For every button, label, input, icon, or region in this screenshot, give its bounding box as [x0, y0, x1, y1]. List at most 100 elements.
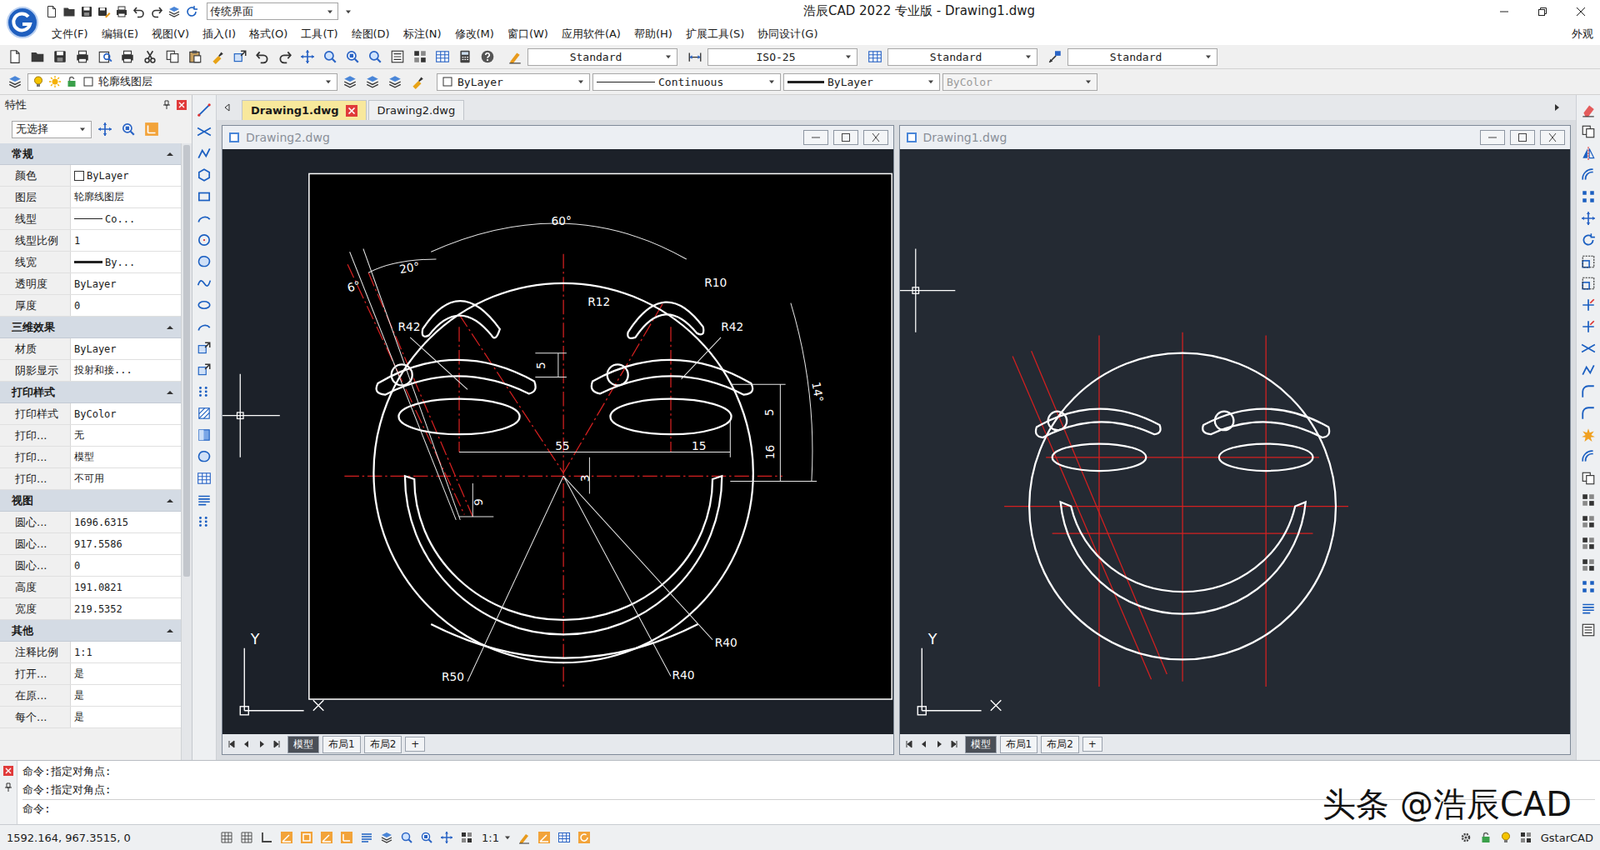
section-header[interactable]: 视图	[0, 490, 181, 512]
style-dropdown[interactable]: Standard	[527, 48, 678, 66]
dimstyle-icon[interactable]	[685, 46, 705, 67]
insert-icon[interactable]	[194, 338, 215, 359]
layers-icon[interactable]	[362, 71, 383, 92]
tablestyle-icon[interactable]	[555, 829, 573, 846]
menu-item[interactable]: 文件(F)	[45, 24, 95, 45]
linetype-dropdown[interactable]: Continuous	[592, 73, 781, 91]
style-dropdown[interactable]: ISO-25	[707, 48, 858, 66]
annotation-scale[interactable]: 1:1	[481, 831, 500, 845]
section-header[interactable]: 常规	[0, 143, 181, 165]
close-icon[interactable]	[863, 130, 889, 145]
layout-tab[interactable]: 布局2	[364, 735, 403, 754]
polygon-icon[interactable]	[194, 165, 215, 185]
property-row[interactable]: 线型Co...	[0, 208, 181, 230]
fillet-icon[interactable]	[1578, 403, 1599, 424]
pan-icon[interactable]	[438, 829, 455, 846]
minimize-icon[interactable]	[803, 130, 829, 145]
property-row[interactable]: 圆心...917.5586	[0, 533, 181, 555]
offset-icon[interactable]	[1578, 165, 1599, 185]
hatch-icon[interactable]	[194, 403, 215, 424]
new-icon[interactable]	[5, 46, 25, 67]
dots-icon[interactable]	[194, 381, 215, 402]
lineweight-dropdown[interactable]: ByLayer	[783, 73, 940, 91]
save-icon[interactable]	[50, 46, 70, 67]
zoom-icon[interactable]	[365, 46, 385, 67]
layout-tab[interactable]: 模型	[965, 735, 997, 754]
paragraph-icon[interactable]	[194, 490, 215, 510]
textstyle-icon[interactable]	[505, 46, 525, 67]
new-icon[interactable]	[45, 5, 59, 19]
preview-icon[interactable]	[95, 46, 115, 67]
layer-manager-icon[interactable]	[5, 71, 25, 92]
zoom-icon[interactable]	[398, 829, 415, 846]
pan-icon[interactable]	[1578, 208, 1599, 229]
layers-icon[interactable]	[340, 71, 360, 92]
collapse-icon[interactable]	[165, 388, 175, 397]
ortho-icon[interactable]	[258, 829, 275, 846]
print-icon[interactable]	[115, 5, 129, 19]
print-icon[interactable]	[117, 46, 138, 67]
scroll-right-icon[interactable]	[1552, 103, 1561, 112]
section-header[interactable]: 三维效果	[0, 316, 181, 339]
drawing-window-titlebar[interactable]: Drawing1.dwg	[900, 125, 1571, 150]
customize-arrow-icon[interactable]	[343, 6, 354, 17]
property-row[interactable]: 每个...是	[0, 706, 181, 729]
region-icon[interactable]	[194, 446, 215, 467]
xline-icon[interactable]	[1578, 338, 1599, 359]
menu-item[interactable]: 应用软件(A)	[555, 24, 628, 45]
polar-icon[interactable]	[278, 829, 295, 846]
drawing-window-titlebar[interactable]: Drawing2.dwg	[222, 125, 894, 150]
property-row[interactable]: 阴影显示投射和接...	[0, 360, 181, 382]
add-layout-tab[interactable]: +	[1082, 736, 1103, 752]
osnap-icon[interactable]	[298, 829, 315, 846]
menu-item[interactable]: 绘图(D)	[345, 24, 397, 45]
layout-tab[interactable]: 模型	[287, 735, 320, 754]
layer-dropdown[interactable]: 轮廓线图层	[27, 73, 338, 91]
ucs-icon[interactable]	[338, 829, 355, 846]
property-row[interactable]: 在原...是	[0, 685, 181, 707]
pin-icon[interactable]	[3, 782, 14, 793]
gear-icon[interactable]	[1457, 829, 1475, 846]
maximize-icon[interactable]	[1510, 130, 1535, 145]
array-icon[interactable]	[1578, 576, 1599, 597]
zoomwin-icon[interactable]	[418, 829, 435, 846]
property-row[interactable]: 高度191.0821	[0, 576, 181, 599]
saveas-icon[interactable]	[97, 5, 111, 19]
property-row[interactable]: 打印...模型	[0, 446, 181, 469]
first-layout-icon[interactable]	[905, 740, 914, 749]
zoomwin-icon[interactable]	[342, 46, 363, 67]
collapse-icon[interactable]	[165, 150, 175, 159]
menu-item[interactable]: 视图(V)	[145, 24, 196, 45]
redo-icon[interactable]	[150, 5, 164, 19]
document-tab[interactable]: Drawing2.dwg	[368, 100, 465, 120]
cut-icon[interactable]	[140, 46, 160, 67]
explode-icon[interactable]	[1578, 425, 1599, 445]
fillet-icon[interactable]	[1578, 381, 1599, 402]
insert-icon[interactable]	[194, 360, 215, 380]
tablestyle-icon[interactable]	[865, 46, 885, 67]
design-icon[interactable]	[1578, 490, 1599, 510]
property-row[interactable]: 线宽By...	[0, 251, 181, 274]
style-dropdown[interactable]: Standard	[887, 48, 1038, 66]
arc-icon[interactable]	[194, 208, 215, 229]
layout-tab[interactable]: 布局1	[322, 735, 361, 754]
close-tab-icon[interactable]	[345, 105, 358, 117]
gradient-icon[interactable]	[194, 425, 215, 445]
refresh-icon[interactable]	[575, 829, 593, 846]
close-icon[interactable]	[1561, 0, 1600, 23]
next-layout-icon[interactable]	[257, 740, 266, 749]
polar-icon[interactable]	[318, 829, 335, 846]
paragraph-icon[interactable]	[358, 829, 375, 846]
menu-item[interactable]: 帮助(H)	[627, 24, 680, 45]
color-dropdown[interactable]: ByLayer	[436, 73, 590, 91]
close-icon[interactable]	[1540, 130, 1565, 145]
erase-icon[interactable]	[1578, 100, 1599, 120]
textstyle-icon[interactable]	[515, 829, 533, 846]
menu-item[interactable]: 扩展工具(S)	[679, 24, 751, 45]
rect-icon[interactable]	[194, 186, 215, 207]
trim-icon[interactable]	[1578, 316, 1599, 337]
collapse-icon[interactable]	[165, 626, 175, 635]
property-row[interactable]: 打印样式ByColor	[0, 403, 181, 425]
pin-icon[interactable]	[161, 100, 172, 110]
help-icon[interactable]	[477, 46, 498, 67]
